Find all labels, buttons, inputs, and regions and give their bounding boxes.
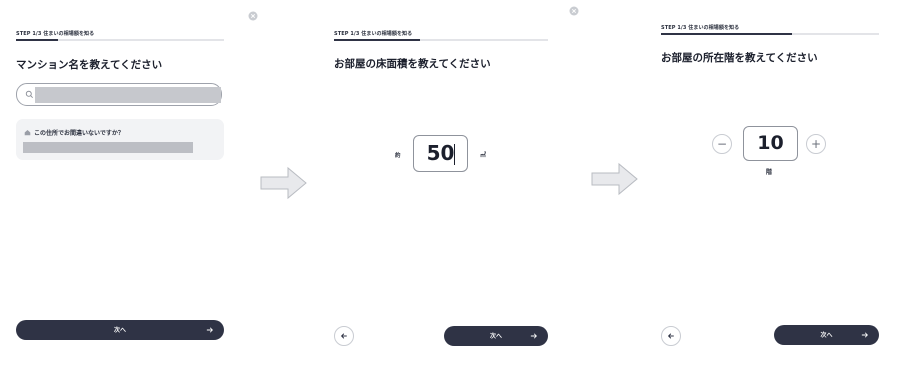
arrow-right-icon — [861, 332, 868, 338]
page-title: マンション名を教えてください — [16, 59, 163, 71]
area-unit: ㎡ — [480, 152, 487, 159]
back-button[interactable] — [661, 326, 681, 346]
progress-fill — [334, 39, 420, 41]
arrow-right-icon — [530, 333, 537, 339]
screen-floor-area: STEP 1/3 住まいの相場額を知る お部屋の床面積を教えてください 約 50… — [322, 0, 560, 368]
step-indicator: STEP 1/3 住まいの相場額を知る — [16, 31, 95, 37]
address-confirm-card[interactable]: この住所でお間違いないですか？ — [16, 119, 224, 160]
floor-area-input[interactable]: 50 — [413, 135, 468, 172]
next-button-label: 次へ — [113, 327, 126, 334]
progress-fill — [16, 39, 58, 41]
increment-button[interactable]: + — [806, 134, 826, 154]
mansion-search-input[interactable] — [16, 83, 222, 106]
arrow-left-icon — [341, 333, 347, 339]
progress-bar — [661, 33, 879, 35]
address-confirm-question: この住所でお間違いないですか？ — [34, 130, 124, 137]
floor-level-input[interactable]: 10 — [743, 126, 798, 161]
flow-arrow-icon — [591, 162, 638, 196]
progress-fill — [661, 33, 792, 35]
house-icon — [24, 130, 31, 136]
progress-bar — [16, 39, 224, 41]
next-button[interactable]: 次へ — [16, 320, 224, 340]
floor-level-value: 10 — [757, 132, 784, 154]
progress-bar — [334, 39, 548, 41]
floor-area-value: 50 — [426, 141, 455, 165]
arrow-left-icon — [668, 333, 674, 339]
next-button[interactable]: 次へ — [444, 326, 548, 346]
decrement-button[interactable]: − — [712, 134, 732, 154]
text-caret — [454, 144, 455, 165]
redacted-search-value — [35, 87, 221, 103]
floor-unit: 階 — [766, 169, 773, 176]
arrow-right-icon — [206, 327, 213, 333]
close-icon[interactable] — [569, 6, 579, 16]
next-button[interactable]: 次へ — [774, 325, 879, 345]
flow-arrow-icon — [260, 166, 307, 200]
approx-prefix: 約 — [395, 153, 401, 159]
page-title: お部屋の床面積を教えてください — [334, 58, 491, 70]
screen-floor-level: STEP 1/3 住まいの相場額を知る お部屋の所在階を教えてください − 10… — [652, 0, 892, 368]
step-indicator: STEP 1/3 住まいの相場額を知る — [334, 31, 413, 37]
page-title: お部屋の所在階を教えてください — [661, 52, 818, 64]
step-indicator: STEP 1/3 住まいの相場額を知る — [661, 25, 740, 31]
screen-mansion-name: STEP 1/3 住まいの相場額を知る マンション名を教えてください この住所で… — [0, 0, 240, 368]
close-icon[interactable] — [248, 11, 258, 21]
redacted-address — [23, 142, 193, 153]
back-button[interactable] — [334, 326, 354, 346]
search-icon — [25, 90, 33, 98]
